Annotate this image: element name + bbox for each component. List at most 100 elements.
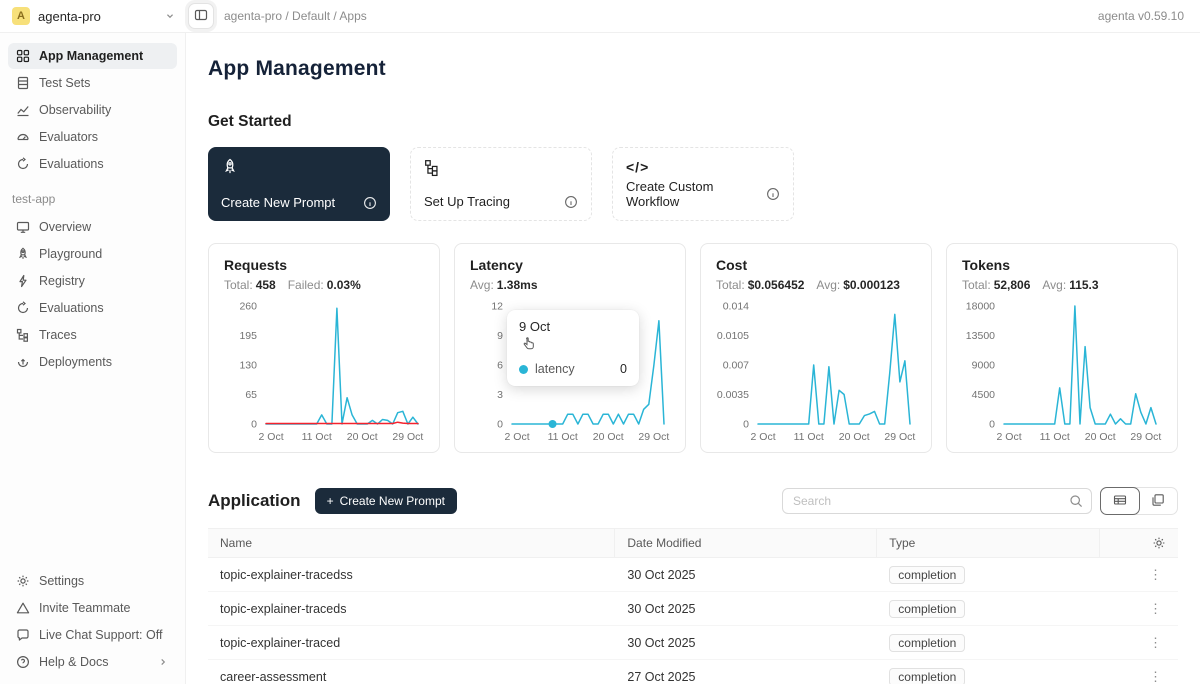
svg-text:260: 260 [239,301,257,313]
sidebar-item-invite-teammate[interactable]: Invite Teammate [8,595,177,621]
sidebar-item-label: Observability [39,103,111,117]
app-name[interactable]: topic-explainer-traceds [208,592,615,625]
more-menu-icon[interactable]: ⋮ [1145,567,1166,583]
plus-icon: + [327,494,334,508]
grid-icon [16,49,30,63]
column-header-name[interactable]: Name [208,529,615,557]
table-view-icon [1113,493,1127,510]
sidebar-item-app-management[interactable]: App Management [8,43,177,69]
svg-text:0.0035: 0.0035 [717,389,749,401]
sidebar-item-live-chat[interactable]: Live Chat Support: Off [8,622,177,648]
column-header-settings [1100,529,1178,557]
app-type: completion [877,592,1100,625]
table-row[interactable]: topic-explainer-traceds 30 Oct 2025 comp… [208,592,1178,626]
svg-text:2 Oct: 2 Oct [997,431,1022,443]
search-icon[interactable] [1069,494,1083,508]
chart-title: Requests [224,257,424,273]
table-settings-icon[interactable] [1152,536,1166,550]
panel-icon [194,8,208,25]
create-custom-workflow-card[interactable]: </> Create Custom Workflow [612,147,794,221]
more-menu-icon[interactable]: ⋮ [1145,635,1166,651]
svg-text:9000: 9000 [972,360,996,372]
line-chart-icon [16,103,30,117]
sidebar-item-help-docs[interactable]: Help & Docs [8,649,177,675]
table-row[interactable]: topic-explainer-tracedss 30 Oct 2025 com… [208,558,1178,592]
sidebar-item-label: Evaluations [39,157,104,171]
table-view-button[interactable] [1100,487,1140,515]
sidebar-item-app-evaluations[interactable]: Evaluations [8,295,177,321]
sidebar-item-label: App Management [39,49,143,63]
info-icon[interactable] [766,187,780,201]
tracing-icon [424,159,578,177]
sidebar-item-observability[interactable]: Observability [8,97,177,123]
sidebar-item-label: Registry [39,274,85,288]
breadcrumb[interactable]: agenta-pro / Default / Apps [224,9,367,23]
sidebar-item-settings[interactable]: Settings [8,568,177,594]
chart-title: Tokens [962,257,1162,273]
table-row[interactable]: topic-explainer-traced 30 Oct 2025 compl… [208,626,1178,660]
svg-text:2 Oct: 2 Oct [505,431,530,443]
svg-text:4500: 4500 [972,389,996,401]
app-name[interactable]: topic-explainer-tracedss [208,558,615,591]
search-input[interactable] [793,494,1069,508]
app-name[interactable]: career-assessment [208,660,615,684]
tree-icon [16,328,30,342]
sidebar-item-label: Playground [39,247,102,261]
chart-stats: Total:52,806 Avg:115.3 [962,278,1162,292]
card-view-button[interactable] [1139,488,1177,514]
sidebar-item-evaluators[interactable]: Evaluators [8,124,177,150]
code-icon: </> [626,159,780,175]
sidebar-item-playground[interactable]: Playground [8,241,177,267]
svg-text:11 Oct: 11 Oct [548,431,578,443]
monitor-icon [16,220,30,234]
sidebar-item-deployments[interactable]: Deployments [8,349,177,375]
column-header-date-modified[interactable]: Date Modified [615,529,877,557]
more-menu-icon[interactable]: ⋮ [1145,601,1166,617]
sidebar-item-test-sets[interactable]: Test Sets [8,70,177,96]
table-row[interactable]: career-assessment 27 Oct 2025 completion… [208,660,1178,684]
sidebar-toggle-button[interactable] [188,3,214,29]
svg-text:0: 0 [743,419,749,431]
sidebar-item-registry[interactable]: Registry [8,268,177,294]
chart-stats: Total:458 Failed:0.03% [224,278,424,292]
app-date-modified: 30 Oct 2025 [615,558,877,591]
tokens-sparkline: 04500900013500180002 Oct11 Oct20 Oct29 O… [962,298,1162,444]
app-type: completion [877,558,1100,591]
app-date-modified: 27 Oct 2025 [615,660,877,684]
tokens-chart-card: Tokens Total:52,806 Avg:115.3 0450090001… [946,243,1178,453]
svg-text:0: 0 [251,419,257,431]
set-up-tracing-card[interactable]: Set Up Tracing [410,147,592,221]
sidebar-item-traces[interactable]: Traces [8,322,177,348]
sidebar-item-label: Live Chat Support: Off [39,628,162,642]
triangle-icon [16,601,30,615]
svg-text:20 Oct: 20 Oct [347,431,378,443]
sidebar-item-label: Help & Docs [39,655,108,669]
app-name[interactable]: topic-explainer-traced [208,626,615,659]
sidebar-item-label: Settings [39,574,84,588]
info-icon[interactable] [564,195,578,209]
svg-text:6: 6 [497,360,503,372]
workspace-name: agenta-pro [38,9,156,24]
svg-text:130: 130 [239,360,257,372]
sidebar-item-evaluations[interactable]: Evaluations [8,151,177,177]
svg-text:0.014: 0.014 [723,301,749,313]
chat-bubble-icon [16,628,30,642]
create-new-prompt-card[interactable]: Create New Prompt [208,147,390,221]
svg-text:0.0105: 0.0105 [717,330,749,342]
card-label: Set Up Tracing [424,194,510,209]
column-header-type[interactable]: Type [877,529,1100,557]
svg-text:0.007: 0.007 [723,360,749,372]
cost-chart-card: Cost Total:$0.056452 Avg:$0.000123 00.00… [700,243,932,453]
application-heading: Application [208,491,301,511]
svg-text:12: 12 [491,301,503,313]
more-menu-icon[interactable]: ⋮ [1145,669,1166,684]
sidebar-item-overview[interactable]: Overview [8,214,177,240]
create-new-prompt-button[interactable]: + Create New Prompt [315,488,457,514]
card-label: Create New Prompt [221,195,335,210]
card-label: Create Custom Workflow [626,179,766,209]
table-tools [782,487,1178,515]
svg-text:0: 0 [989,419,995,431]
sidebar-item-label: Test Sets [39,76,90,90]
info-icon[interactable] [363,196,377,210]
workspace-selector[interactable]: A agenta-pro [0,7,186,25]
